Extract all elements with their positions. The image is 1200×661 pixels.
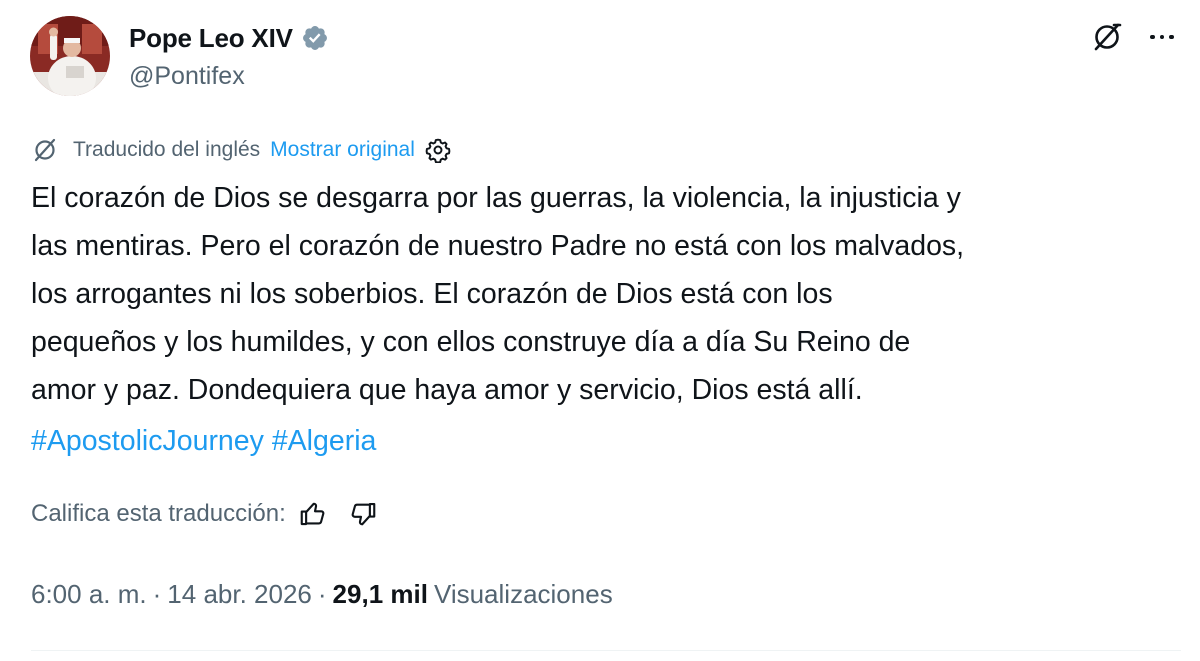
gear-icon[interactable] xyxy=(425,137,451,163)
translated-from-label: Traducido del inglés xyxy=(73,138,261,161)
views-label[interactable]: Visualizaciones xyxy=(434,579,613,610)
verified-badge-icon[interactable] xyxy=(301,24,329,52)
translation-bar: Traducido del inglés Mostrar original xyxy=(31,134,451,166)
tweet-time[interactable]: 6:00 a. m. xyxy=(31,579,147,610)
tweet-card: Pope Leo XIV @Pontifex Traducido del ing… xyxy=(0,0,1200,661)
more-options-icon[interactable] xyxy=(1145,22,1179,52)
meta-separator: · xyxy=(317,578,327,609)
rate-translation-row: Califica esta traducción: xyxy=(31,496,378,532)
hashtag-link[interactable]: #Algeria xyxy=(272,425,377,457)
hashtag-link[interactable]: #ApostolicJourney xyxy=(31,425,264,457)
thumbs-down-icon[interactable] xyxy=(348,499,378,529)
meta-separator: · xyxy=(152,578,162,609)
hashtag-row: #ApostolicJourney #Algeria xyxy=(31,417,376,465)
author-name-row[interactable]: Pope Leo XIV xyxy=(129,20,329,56)
views-count[interactable]: 29,1 mil xyxy=(333,579,428,610)
grok-icon xyxy=(34,138,56,162)
rate-translation-label: Califica esta traducción: xyxy=(31,500,286,527)
tweet-meta-row: 6:00 a. m. · 14 abr. 2026 · 29,1 mil Vis… xyxy=(31,576,613,612)
author-display-name[interactable]: Pope Leo XIV xyxy=(129,23,293,54)
avatar[interactable] xyxy=(30,16,110,96)
grok-icon[interactable] xyxy=(1090,20,1124,54)
show-original-link[interactable]: Mostrar original xyxy=(270,138,415,162)
tweet-date[interactable]: 14 abr. 2026 xyxy=(167,579,312,610)
divider xyxy=(31,650,1181,651)
thumbs-up-icon[interactable] xyxy=(298,499,328,529)
author-handle[interactable]: @Pontifex xyxy=(129,62,245,91)
tweet-text: El corazón de Dios se desgarra por las g… xyxy=(31,182,965,406)
